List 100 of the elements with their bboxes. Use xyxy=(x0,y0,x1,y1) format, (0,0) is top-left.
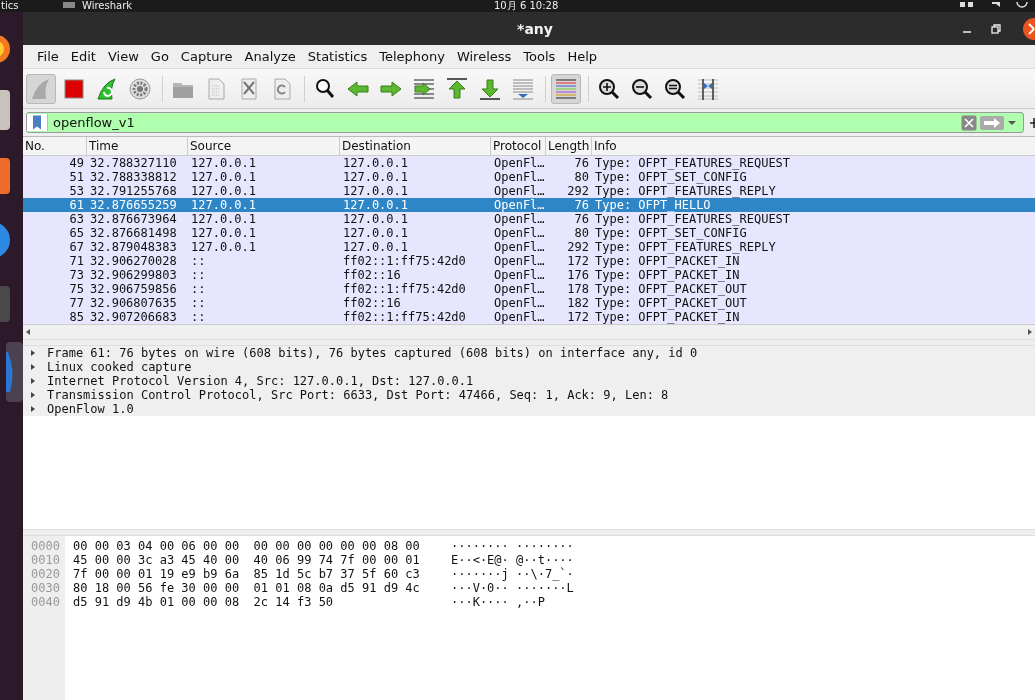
table-cell-text: 127.0.0.1 xyxy=(190,198,258,212)
table-cell-text: 32.906299803 xyxy=(89,268,178,282)
table-cell-text: ff02::1:ff75:42d0 xyxy=(342,282,467,296)
table-cell-text: ff02::1:ff75:42d0 xyxy=(342,310,467,324)
column-header[interactable]: Protocol xyxy=(491,137,546,155)
colorize-button[interactable] xyxy=(551,73,581,104)
ascii-bytes[interactable]: ···K···· ,··P xyxy=(423,595,545,609)
colored-lines-icon xyxy=(554,76,578,101)
splitter-handle[interactable] xyxy=(23,529,1035,536)
column-header[interactable]: No. xyxy=(23,137,87,155)
table-cell-text: OpenFl… xyxy=(493,184,546,198)
table-cell-text: Type: OFPT_HELLO xyxy=(594,198,712,212)
down-arrow-icon xyxy=(478,76,502,101)
table-cell-text: 53 xyxy=(68,184,85,198)
packet-row[interactable]: 61 32.876655259 127.0.0.1 127.0.0.1 OpenFl… 76 Type: OFPT_HELLO xyxy=(23,198,1035,212)
menu-item[interactable]: Analyze xyxy=(239,49,301,64)
hex-bytes[interactable]: 45 00 00 3c a3 45 40 00 40 06 99 74 7f 00 00 01 xyxy=(65,553,423,567)
software-icon[interactable] xyxy=(0,158,12,194)
autoscroll-icon xyxy=(511,76,535,101)
menu-item[interactable]: Help xyxy=(562,49,602,64)
files-icon[interactable] xyxy=(0,90,12,130)
table-cell-text: Type: OFPT_PACKET_OUT xyxy=(594,296,748,310)
column-header[interactable]: Length xyxy=(546,137,592,155)
restore-icon[interactable] xyxy=(990,22,1002,35)
hex-bytes[interactable]: 80 18 00 56 fe 30 00 00 01 01 08 0a d5 91 d9 4c xyxy=(65,581,423,595)
start-capture-button[interactable] xyxy=(26,73,56,104)
table-cell-text: 51 xyxy=(68,170,85,184)
resize-columns-icon xyxy=(696,76,720,101)
column-header[interactable]: Time xyxy=(87,137,188,155)
offset-label: 0040 xyxy=(30,595,61,609)
hex-bytes[interactable]: 7f 00 00 01 19 e9 b9 6a 85 1d 5c b7 37 5f 60 c3 xyxy=(65,567,423,581)
table-cell-text: 67 xyxy=(68,240,85,254)
hex-bytes[interactable]: 00 00 03 04 00 06 00 00 00 00 00 00 00 00 08 00 xyxy=(65,539,423,553)
menu-item[interactable]: Go xyxy=(145,49,174,64)
hex-bytes[interactable]: d5 91 d9 4b 01 00 00 08 2c 14 f3 50 xyxy=(65,595,423,609)
zoom-reset-icon xyxy=(663,76,687,101)
table-cell-text: 32.791255768 xyxy=(89,184,178,198)
table-cell-text: 127.0.0.1 xyxy=(190,226,258,240)
table-cell-text: 80 xyxy=(573,170,590,184)
splitter-handle[interactable] xyxy=(23,339,1035,346)
expand-arrow-icon[interactable] xyxy=(29,349,37,357)
menu-item[interactable]: Statistics xyxy=(302,49,373,64)
table-cell-text: 76 xyxy=(573,198,590,212)
expand-arrow-icon[interactable] xyxy=(29,391,37,399)
detail-tree-item[interactable]: Linux cooked capture xyxy=(47,360,192,374)
table-cell-text: ff02::1:ff75:42d0 xyxy=(342,254,467,268)
table-cell-text: 127.0.0.1 xyxy=(342,212,410,226)
bookmark-icon[interactable] xyxy=(27,114,48,131)
table-cell-text: 292 xyxy=(566,184,590,198)
clear-icon[interactable] xyxy=(961,114,977,131)
clock[interactable]: 10月 6 10:28 xyxy=(494,0,559,12)
jump-arrow-icon xyxy=(412,76,436,101)
window-title: *any xyxy=(517,20,553,37)
table-cell-text: 292 xyxy=(566,240,590,254)
horizontal-scrollbar[interactable] xyxy=(23,324,1035,339)
display-filter-field[interactable]: openflow_v1 xyxy=(26,112,1024,133)
column-header[interactable]: Source xyxy=(188,137,340,155)
dropdown-caret-icon[interactable] xyxy=(1007,119,1017,126)
offset-label: 0020 xyxy=(30,567,61,581)
menu-item[interactable]: Edit xyxy=(65,49,101,64)
help-icon[interactable] xyxy=(0,222,12,258)
menu-item[interactable]: Wireless xyxy=(451,49,517,64)
add-filter-icon[interactable] xyxy=(1030,117,1035,128)
table-cell-text: 182 xyxy=(566,296,590,310)
table-cell-text: 32.906759856 xyxy=(89,282,178,296)
table-cell-text: ff02::16 xyxy=(342,268,402,282)
menu-item[interactable]: Tools xyxy=(518,49,561,64)
app-menu-label[interactable]: Wireshark xyxy=(82,0,133,12)
expand-arrow-icon[interactable] xyxy=(29,363,37,371)
table-cell-text: Type: OFPT_FEATURES_REQUEST xyxy=(594,156,792,170)
ascii-bytes[interactable]: ···V·0·· ·······L xyxy=(423,581,574,595)
detail-tree-item[interactable]: OpenFlow 1.0 xyxy=(47,402,134,416)
expand-arrow-icon[interactable] xyxy=(29,405,37,413)
table-cell-text: 127.0.0.1 xyxy=(190,170,258,184)
close-icon[interactable] xyxy=(1021,17,1035,40)
table-cell-text: OpenFl… xyxy=(493,156,546,170)
menu-item[interactable]: File xyxy=(32,49,64,64)
browser-icon[interactable] xyxy=(0,34,12,64)
menu-item[interactable]: Capture xyxy=(175,49,238,64)
settings-icon xyxy=(128,76,152,101)
table-cell-text: 32.906270028 xyxy=(89,254,178,268)
table-cell-text: 127.0.0.1 xyxy=(190,156,258,170)
ascii-bytes[interactable]: ·······j ··\·7_`· xyxy=(423,567,574,581)
table-cell-text: 61 xyxy=(68,198,85,212)
table-cell-text: 63 xyxy=(68,212,85,226)
table-cell-text: 172 xyxy=(566,254,590,268)
table-cell-text: 32.876681498 xyxy=(89,226,178,240)
menu-item[interactable]: View xyxy=(102,49,144,64)
table-cell-text: 77 xyxy=(68,296,85,310)
column-header[interactable]: Destination xyxy=(340,137,491,155)
table-cell-text: 32.876673964 xyxy=(89,212,178,226)
ascii-bytes[interactable]: E··<·E@· @··t···· xyxy=(423,553,574,567)
table-cell-text: 178 xyxy=(566,282,590,296)
activities-label[interactable]: tics xyxy=(1,0,19,12)
menu-item[interactable]: Telephony xyxy=(374,49,450,64)
ascii-bytes[interactable]: ········ ········ xyxy=(423,539,574,553)
zoom-in-icon xyxy=(597,76,621,101)
column-header[interactable]: Info xyxy=(592,137,1035,155)
expand-arrow-icon[interactable] xyxy=(29,377,37,385)
table-cell-text: 75 xyxy=(68,282,85,296)
